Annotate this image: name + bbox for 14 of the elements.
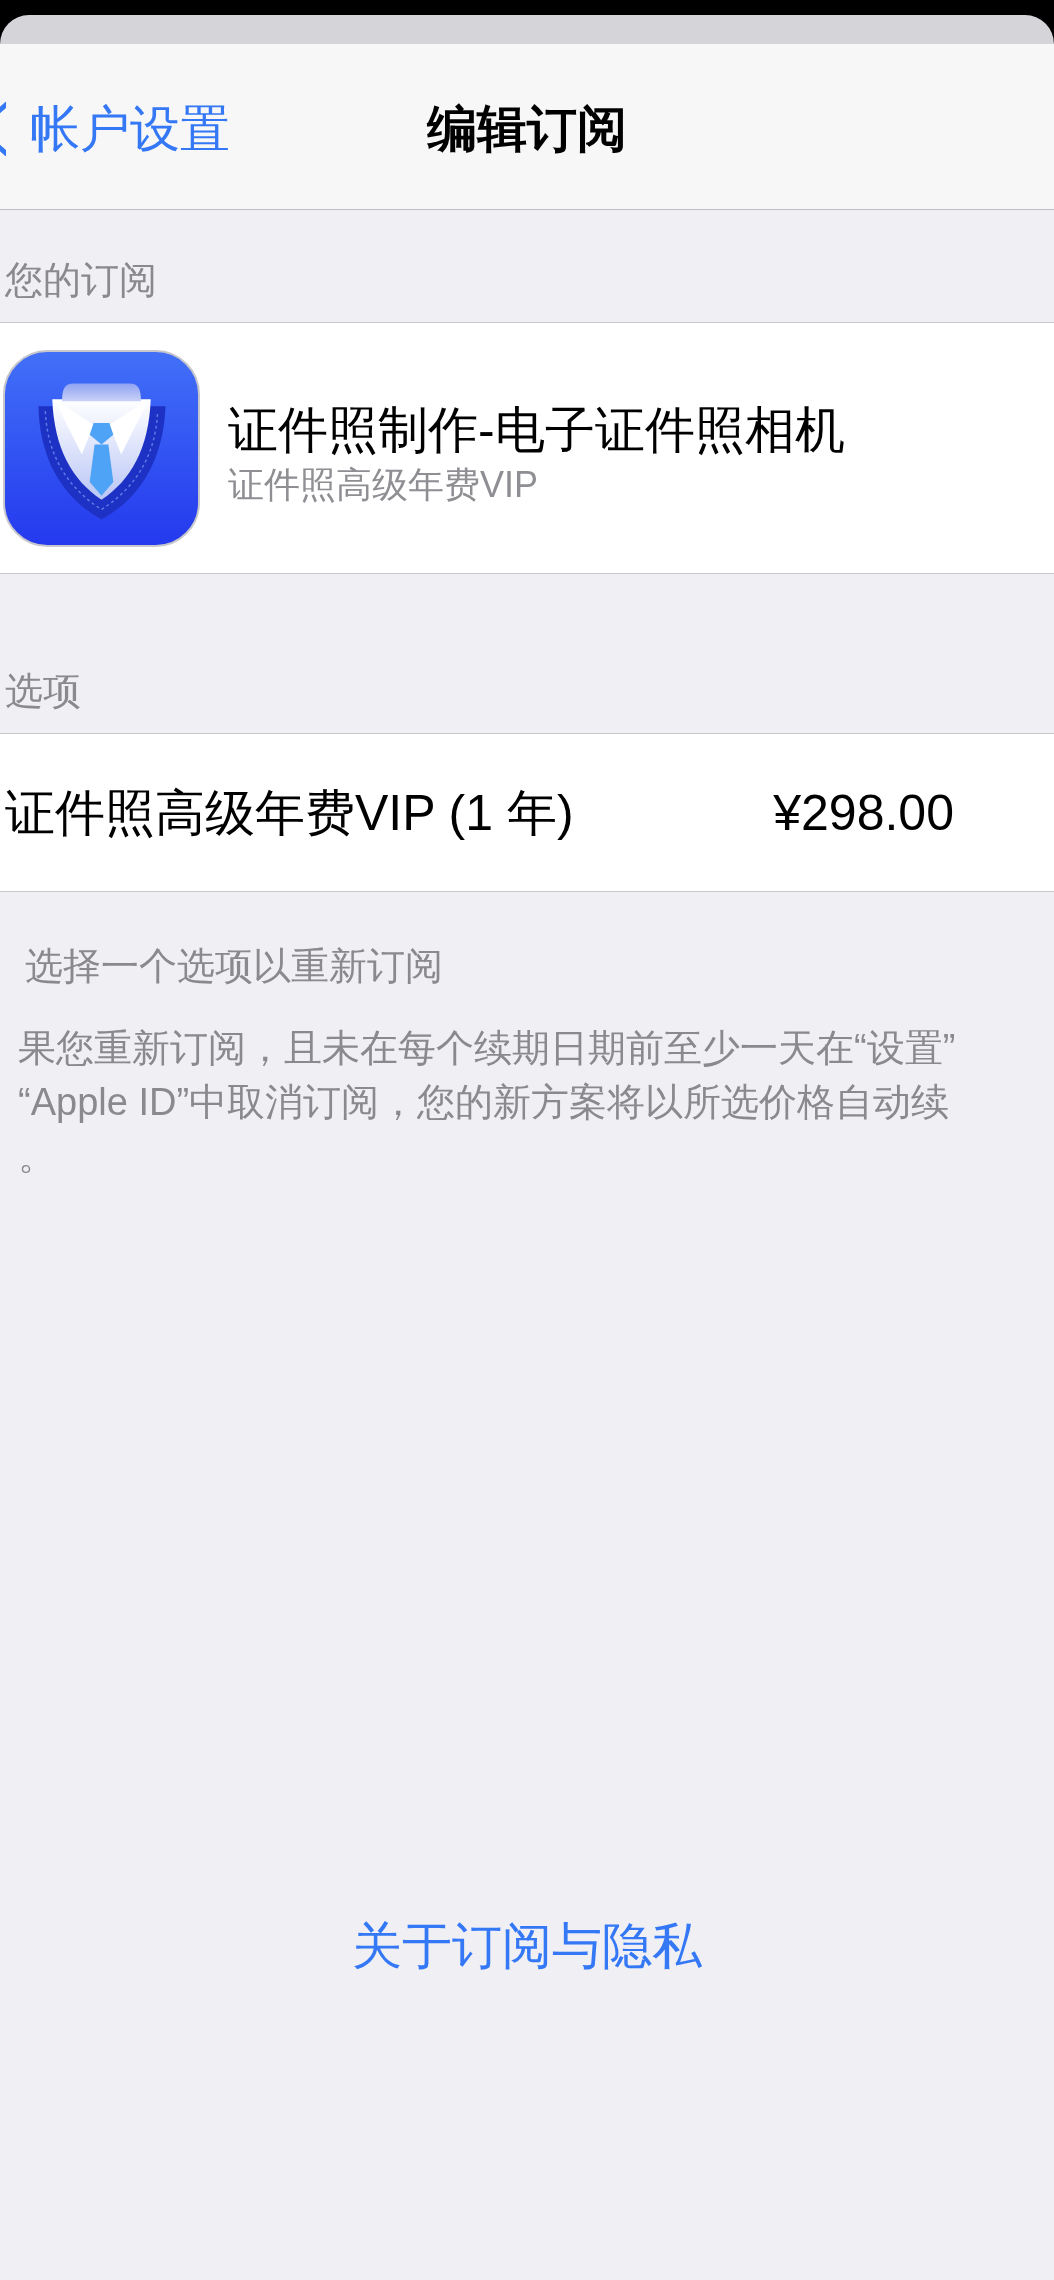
navigation-title: 编辑订阅: [427, 99, 627, 159]
app-name: 证件照制作-电子证件照相机: [228, 401, 845, 459]
option-label: 证件照高级年费VIP (1 年): [5, 783, 574, 843]
section-header: 选项: [5, 669, 81, 714]
back-chevron-icon: [0, 101, 6, 156]
renewal-notice: 果您重新订阅，且未在每个续期日期前至少一天在“设置” “Apple ID”中取消订阅，您的新方案将以所选价格自动续 。: [18, 1026, 956, 1179]
option-price: ¥298.00: [773, 783, 954, 843]
privacy-link[interactable]: 关于订阅与隐私: [352, 1916, 702, 1976]
back-button[interactable]: 帐户设置: [0, 98, 230, 159]
option-row[interactable]: 证件照高级年费VIP (1 年) ¥298.00: [0, 733, 1054, 892]
plan-name: 证件照高级年费VIP: [228, 463, 540, 507]
section-footer: 选择一个选项以重新订阅: [25, 943, 443, 989]
app-icon: [3, 349, 200, 547]
section-header: 您的订阅: [5, 258, 157, 303]
